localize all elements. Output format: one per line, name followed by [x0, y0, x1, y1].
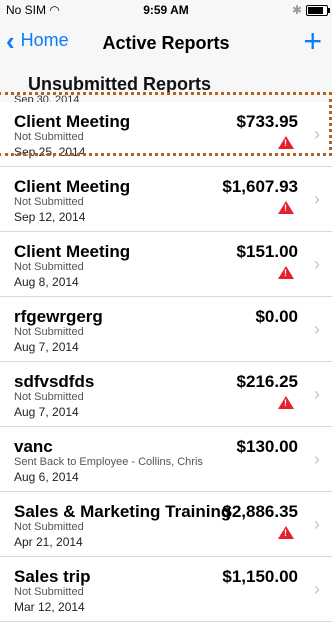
report-amount: $1,607.93 — [222, 177, 298, 196]
section-header: Unsubmitted Reports Sep 30, 2014 — [0, 66, 332, 102]
report-date: Sep 12, 2014 — [14, 210, 86, 224]
warning-icon — [278, 136, 294, 149]
report-amount: $1,150.00 — [222, 567, 298, 586]
report-row[interactable]: sdfvsdfds Not Submitted Aug 7, 2014 $216… — [0, 362, 332, 427]
report-amount: $216.25 — [236, 372, 298, 391]
report-date: Aug 6, 2014 — [14, 470, 79, 484]
report-row[interactable]: Client Meeting Not Submitted Sep 12, 201… — [0, 167, 332, 232]
navigation-bar: ‹ Home Active Reports + — [0, 20, 332, 66]
report-status: Not Submitted — [14, 196, 84, 208]
report-amount: $130.00 — [236, 437, 298, 456]
page-title: Active Reports — [102, 33, 230, 53]
report-status: Not Submitted — [14, 326, 84, 338]
report-date: Mar 12, 2014 — [14, 600, 85, 614]
status-right: ✱ — [291, 3, 330, 17]
report-name: sdfvsdfds — [14, 372, 95, 391]
chevron-right-icon: › — [314, 189, 320, 209]
report-row[interactable]: rfgewrgerg Not Submitted Aug 7, 2014 $0.… — [0, 297, 332, 362]
report-status: Not Submitted — [14, 586, 84, 598]
report-row[interactable]: Sales & Marketing Training Not Submitted… — [0, 492, 332, 557]
report-status: Sent Back to Employee - Collins, Chris — [14, 456, 203, 468]
warning-icon — [278, 396, 294, 409]
chevron-right-icon: › — [314, 449, 320, 469]
bluetooth-icon: ✱ — [291, 3, 302, 17]
report-name: Client Meeting — [14, 242, 131, 261]
report-name: Sales & Marketing Training — [14, 502, 232, 521]
report-status: Not Submitted — [14, 391, 84, 403]
report-row[interactable]: Client Meeting Not Submitted Sep 25, 201… — [0, 102, 332, 167]
status-time: 9:59 AM — [143, 3, 189, 17]
report-date: Apr 21, 2014 — [14, 535, 83, 549]
report-status: Not Submitted — [14, 521, 84, 533]
report-name: rfgewrgerg — [14, 307, 103, 326]
report-amount: $0.00 — [255, 307, 298, 326]
report-date: Aug 7, 2014 — [14, 340, 79, 354]
chevron-right-icon: › — [314, 384, 320, 404]
reports-list: Client Meeting Not Submitted Sep 25, 201… — [0, 102, 332, 622]
report-status: Not Submitted — [14, 131, 84, 143]
report-status: Not Submitted — [14, 261, 84, 273]
report-name: Client Meeting — [14, 177, 131, 196]
report-name: vanc — [14, 437, 53, 456]
warning-icon — [278, 266, 294, 279]
battery-icon — [306, 4, 330, 16]
report-row[interactable]: vanc Sent Back to Employee - Collins, Ch… — [0, 427, 332, 492]
report-name: Client Meeting — [14, 112, 131, 131]
chevron-right-icon: › — [314, 254, 320, 274]
report-name: Sales trip — [14, 567, 91, 586]
chevron-right-icon: › — [314, 514, 320, 534]
warning-icon — [278, 201, 294, 214]
warning-icon — [278, 526, 294, 539]
report-amount: $2,886.35 — [222, 502, 298, 521]
status-bar: No SIM ◠ 9:59 AM ✱ — [0, 0, 332, 20]
chevron-right-icon: › — [314, 124, 320, 144]
section-title: Unsubmitted Reports — [28, 74, 212, 94]
add-report-button[interactable]: + — [303, 24, 322, 58]
peek-date: Sep 30, 2014 — [14, 94, 80, 102]
report-date: Sep 25, 2014 — [14, 145, 86, 159]
report-amount: $151.00 — [236, 242, 298, 261]
report-amount: $733.95 — [236, 112, 298, 131]
chevron-right-icon: › — [314, 319, 320, 339]
report-row[interactable]: Client Meeting Not Submitted Aug 8, 2014… — [0, 232, 332, 297]
report-date: Aug 8, 2014 — [14, 275, 79, 289]
report-date: Aug 7, 2014 — [14, 405, 79, 419]
